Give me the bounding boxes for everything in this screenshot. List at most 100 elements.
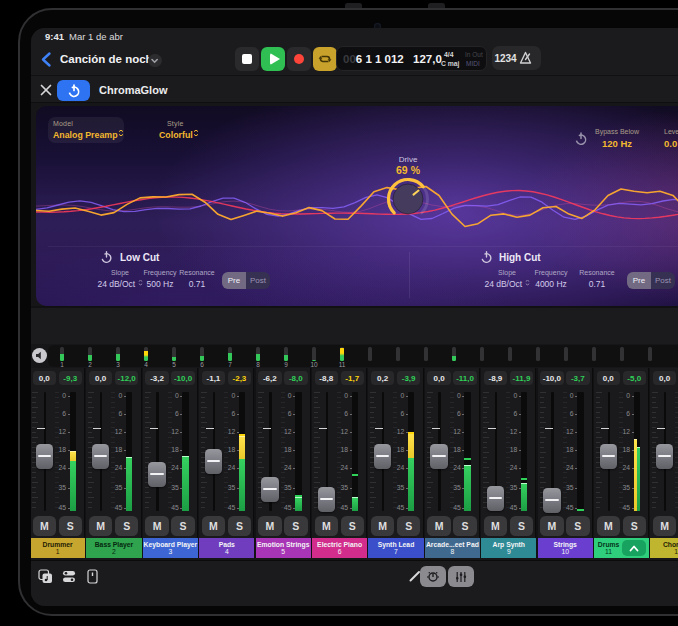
bypass-value[interactable]: 120 Hz bbox=[589, 138, 645, 149]
fader-cap[interactable] bbox=[600, 444, 618, 469]
lowcut-res-value[interactable]: 0.71 bbox=[169, 279, 225, 289]
mute-button[interactable]: M bbox=[597, 516, 621, 536]
bypass-power-icon[interactable] bbox=[574, 132, 588, 146]
track-label[interactable]: Strings10 bbox=[538, 538, 593, 558]
mixer-overview-strip[interactable]: 1234567891011 bbox=[48, 345, 678, 367]
title-menu-button[interactable] bbox=[148, 54, 162, 68]
lowcut-pre-button[interactable]: Pre bbox=[222, 272, 246, 289]
track-label[interactable]: Electric Piano6 bbox=[312, 538, 367, 558]
fader-cap[interactable] bbox=[430, 444, 448, 469]
mute-button[interactable]: M bbox=[202, 516, 226, 536]
fader-cap[interactable] bbox=[543, 488, 561, 513]
peak-value: -11,0 bbox=[453, 371, 477, 385]
scale-label: 24 bbox=[390, 464, 404, 471]
overview-meter bbox=[508, 347, 512, 361]
fader-cap[interactable] bbox=[318, 487, 336, 512]
mute-button[interactable]: M bbox=[540, 516, 564, 536]
scale-label: 35 bbox=[221, 484, 235, 491]
track-label[interactable]: Arp Synth9 bbox=[481, 538, 536, 558]
track-label[interactable]: Synth Lead7 bbox=[368, 538, 423, 558]
mute-button[interactable]: M bbox=[33, 516, 57, 536]
controls-view-button[interactable] bbox=[420, 566, 446, 587]
solo-button[interactable]: S bbox=[228, 516, 252, 536]
highcut-pre-button[interactable]: Pre bbox=[627, 272, 651, 289]
mute-button[interactable]: M bbox=[371, 516, 395, 536]
mute-button[interactable]: M bbox=[427, 516, 451, 536]
track-label[interactable]: Chorus V12 bbox=[650, 538, 678, 558]
mute-button[interactable]: M bbox=[315, 516, 339, 536]
scale-label: 0 bbox=[503, 392, 517, 399]
track-label[interactable]: Bass Player2 bbox=[86, 538, 141, 558]
stop-button[interactable] bbox=[235, 47, 259, 71]
mute-button[interactable]: M bbox=[653, 516, 677, 536]
plugin-window-icon[interactable] bbox=[87, 569, 99, 584]
track-label[interactable]: Arcade...eet Pad8 bbox=[425, 538, 480, 558]
highcut-post-button[interactable]: Post bbox=[651, 272, 675, 289]
back-chevron-icon[interactable] bbox=[40, 51, 52, 68]
plugin-power-button[interactable] bbox=[57, 80, 90, 101]
solo-button[interactable]: S bbox=[623, 516, 647, 536]
count-in-button[interactable]: 1234 bbox=[492, 53, 519, 64]
ruler-tick bbox=[652, 472, 656, 473]
lowcut-post-button[interactable]: Post bbox=[246, 272, 270, 289]
ruler-tick bbox=[450, 442, 454, 443]
play-button[interactable] bbox=[261, 47, 285, 71]
fader-cap[interactable] bbox=[656, 444, 674, 469]
overview-number: 4 bbox=[138, 361, 154, 368]
fader-cap[interactable] bbox=[205, 449, 223, 474]
style-value[interactable]: Colorful bbox=[159, 130, 199, 140]
solo-button[interactable]: S bbox=[341, 516, 365, 536]
fader-cap[interactable] bbox=[36, 444, 54, 469]
ruler-tick bbox=[201, 417, 205, 418]
solo-button[interactable]: S bbox=[115, 516, 139, 536]
lowcut-power-icon[interactable] bbox=[100, 251, 113, 264]
monitor-icon[interactable] bbox=[32, 348, 47, 363]
metronome-icon[interactable] bbox=[519, 50, 536, 66]
mute-button[interactable]: M bbox=[484, 516, 508, 536]
mute-button[interactable]: M bbox=[89, 516, 113, 536]
solo-button[interactable]: S bbox=[453, 516, 477, 536]
fader-cap[interactable] bbox=[374, 444, 392, 469]
fader-cap[interactable] bbox=[261, 477, 279, 502]
routing-icon[interactable] bbox=[62, 569, 77, 584]
track-label[interactable]: Emotion Strings5 bbox=[256, 538, 311, 558]
solo-button[interactable]: S bbox=[397, 516, 421, 536]
ruler-tick bbox=[314, 417, 318, 418]
solo-button[interactable]: S bbox=[171, 516, 195, 536]
track-label[interactable]: Drummer1 bbox=[31, 538, 85, 558]
loop-browser-icon[interactable] bbox=[38, 569, 54, 584]
solo-button[interactable]: S bbox=[510, 516, 534, 536]
highcut-res-value[interactable]: 0.71 bbox=[569, 279, 625, 289]
cycle-button[interactable] bbox=[313, 47, 337, 71]
song-title[interactable]: Canción de noche bbox=[60, 53, 159, 65]
model-value[interactable]: Analog Preamp bbox=[53, 130, 124, 140]
highcut-power-icon[interactable] bbox=[480, 251, 493, 264]
fader-cap[interactable] bbox=[148, 462, 166, 487]
solo-button[interactable]: S bbox=[566, 516, 590, 536]
close-icon[interactable] bbox=[40, 84, 52, 96]
drive-knob[interactable] bbox=[385, 176, 431, 222]
track-label[interactable]: Keyboard Player3 bbox=[143, 538, 198, 558]
ruler-tick bbox=[201, 487, 205, 488]
solo-button[interactable]: S bbox=[284, 516, 308, 536]
track-label[interactable]: Drums11 bbox=[594, 538, 649, 558]
fader-cap[interactable] bbox=[487, 486, 505, 511]
lcd-display[interactable]: 006 1 1 012 127,0 4/4 C maj In Out MIDI bbox=[336, 46, 487, 71]
meter-fill bbox=[126, 458, 133, 511]
record-button[interactable] bbox=[287, 47, 311, 71]
ruler-tick bbox=[370, 427, 374, 428]
drive-value: 69 % bbox=[380, 164, 436, 176]
mute-button[interactable]: M bbox=[145, 516, 169, 536]
cut-vdivider bbox=[409, 252, 410, 298]
collapse-chevron-button[interactable] bbox=[622, 540, 646, 556]
fader-cap[interactable] bbox=[92, 444, 110, 469]
scale-label: 35 bbox=[560, 484, 574, 491]
ruler-tick bbox=[540, 477, 544, 478]
ruler-tick bbox=[563, 497, 567, 498]
mixer-view-button[interactable] bbox=[448, 566, 474, 587]
solo-button[interactable]: S bbox=[59, 516, 83, 536]
track-label[interactable]: Pads4 bbox=[199, 538, 254, 558]
mute-button[interactable]: M bbox=[258, 516, 282, 536]
level-value[interactable]: 0.0 bbox=[664, 138, 677, 149]
channel-strip-10: -10,0-3,7061218243545MSStrings10 bbox=[538, 368, 593, 558]
